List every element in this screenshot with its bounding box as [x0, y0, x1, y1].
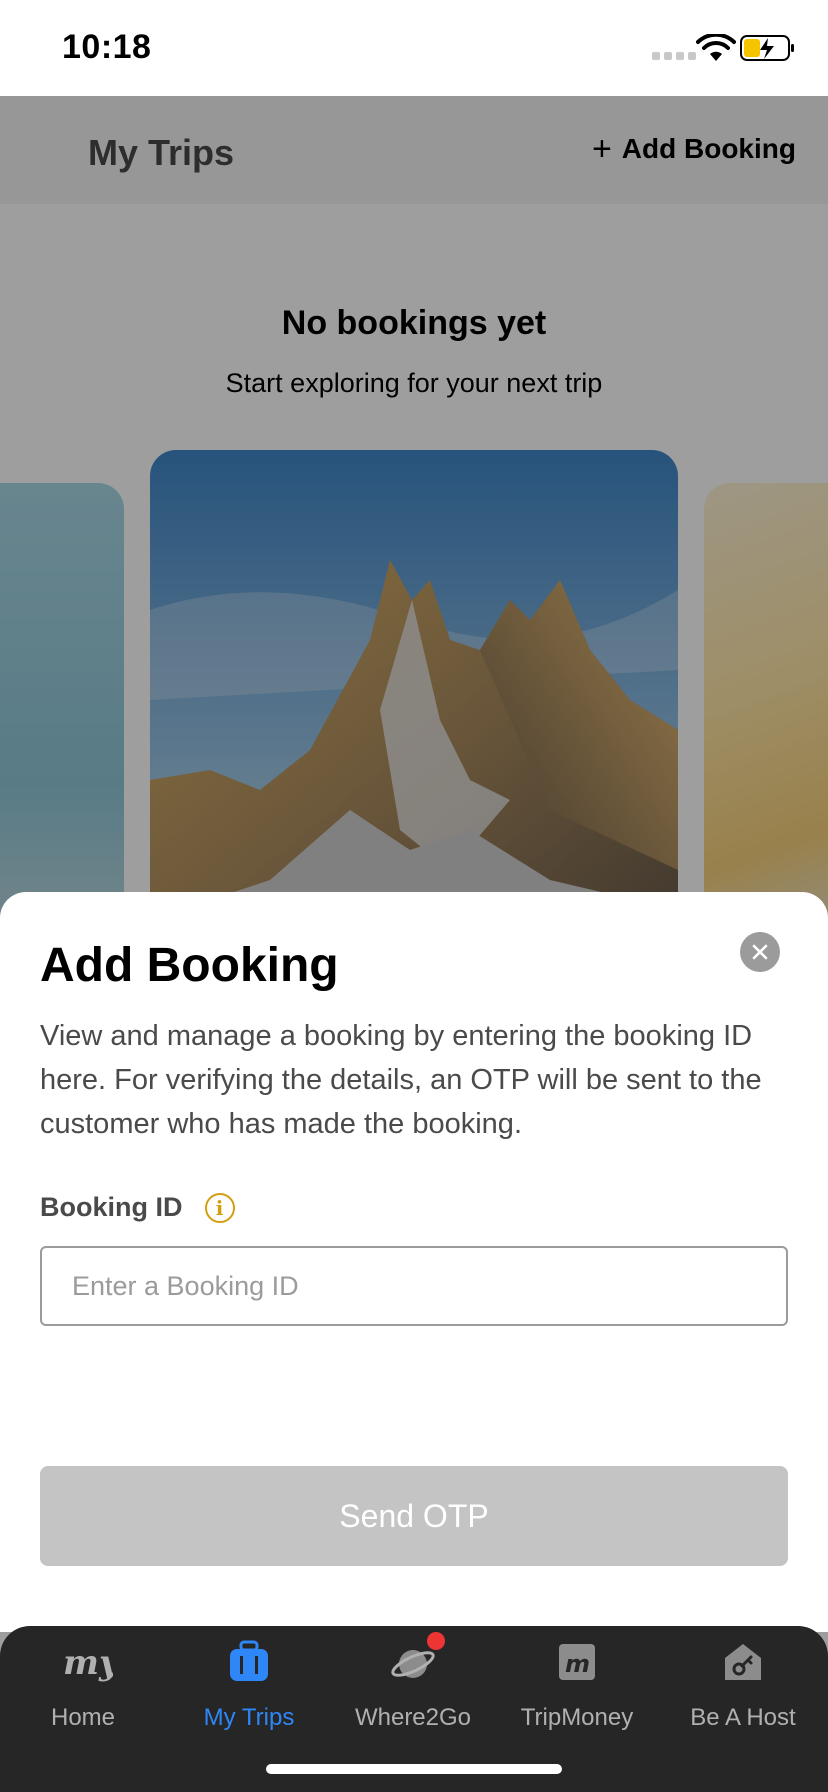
- status-bar: 10:18: [0, 0, 828, 96]
- tab-label: My Trips: [203, 1704, 295, 1731]
- booking-id-label-text: Booking ID: [40, 1192, 183, 1222]
- close-button[interactable]: [740, 932, 780, 972]
- sheet-title: Add Booking: [40, 939, 339, 992]
- notification-badge: [427, 1632, 445, 1650]
- cellular-signal-icon: [652, 52, 696, 60]
- planet-icon: [391, 1632, 445, 1684]
- svg-text:my: my: [63, 1643, 113, 1683]
- booking-id-input[interactable]: [40, 1246, 788, 1326]
- close-icon: [752, 944, 768, 960]
- tab-label: Where2Go: [354, 1704, 472, 1731]
- tab-be-a-host[interactable]: Be A Host: [660, 1640, 826, 1732]
- send-otp-button[interactable]: Send OTP: [40, 1466, 788, 1566]
- m-logo-icon: m: [555, 1640, 599, 1684]
- sheet-description: View and manage a booking by entering th…: [40, 1020, 762, 1140]
- tab-tripmoney[interactable]: m TripMoney: [494, 1640, 660, 1732]
- svg-text:m: m: [565, 1650, 590, 1678]
- wifi-icon: [696, 34, 736, 61]
- tab-my-trips[interactable]: My Trips: [166, 1640, 332, 1732]
- add-booking-sheet: Add Booking View and manage a booking by…: [0, 892, 828, 1632]
- home-indicator: [266, 1764, 562, 1774]
- tab-label: Be A Host: [690, 1704, 796, 1731]
- tab-label: TripMoney: [520, 1704, 634, 1731]
- house-key-icon: [721, 1640, 765, 1684]
- my-logo-icon: my: [61, 1640, 121, 1684]
- suitcase-icon: [227, 1640, 271, 1684]
- booking-id-label: Booking ID i: [40, 1192, 235, 1223]
- tab-home[interactable]: my Home: [0, 1640, 166, 1732]
- tab-where2go[interactable]: Where2Go: [330, 1632, 496, 1732]
- status-time: 10:18: [62, 28, 152, 66]
- tab-label: Home: [50, 1704, 116, 1731]
- info-icon[interactable]: i: [204, 1192, 235, 1223]
- battery-charging-icon: [740, 35, 794, 61]
